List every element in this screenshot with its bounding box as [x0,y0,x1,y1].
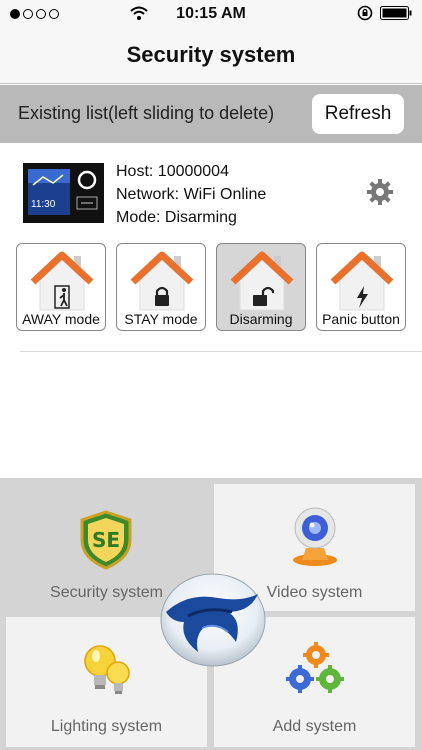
tile-label: Lighting system [50,718,163,735]
mode-label: STAY mode [124,311,198,327]
webcam-icon [293,507,337,566]
stay-mode-button[interactable]: STAY mode [116,243,206,331]
navigation-bar: Security system [0,28,422,84]
tile-label: Add system [272,718,357,735]
svg-text:SE: SE [92,528,120,552]
device-network: Network: WiFi Online [116,186,267,203]
mode-label: AWAY mode [22,311,100,327]
mode-label: Panic button [322,311,400,327]
divider [20,351,422,352]
device-info: Host: 10000004 Network: WiFi Online Mode… [116,160,266,229]
battery-icon [380,6,412,20]
svg-text:11:30: 11:30 [31,199,56,210]
eagle-logo-icon[interactable] [158,572,268,668]
gear-icon[interactable] [366,178,394,206]
disarming-button[interactable]: Disarming [216,243,306,331]
device-mode: Mode: Disarming [116,209,237,226]
lightbulb-icon [84,645,130,694]
device-row[interactable]: 11:30 Host: 10000004 Network: WiFi Onlin… [0,150,422,240]
status-bar: 10:15 AM [0,0,422,28]
device-host: Host: 10000004 [116,163,229,180]
mode-label: Disarming [229,311,293,327]
page-title: Security system [126,42,296,67]
unlock-icon [230,251,294,311]
shield-icon: SE [80,510,132,570]
list-hint: Existing list(left sliding to delete) [18,103,275,123]
away-mode-button[interactable]: AWAY mode [16,243,106,331]
device-list-header: Existing list(left sliding to delete) Re… [0,85,422,143]
person-door-icon [30,251,94,311]
refresh-button[interactable]: Refresh [312,94,404,134]
mode-buttons: AWAY mode STAY mode Disarming Panic butt… [0,243,422,333]
rotation-lock-icon [357,5,373,21]
lightning-icon [330,251,394,311]
device-panel-image: 11:30 [23,163,104,223]
gears-icon [286,642,344,693]
lock-icon [130,251,194,311]
panic-button[interactable]: Panic button [316,243,406,331]
